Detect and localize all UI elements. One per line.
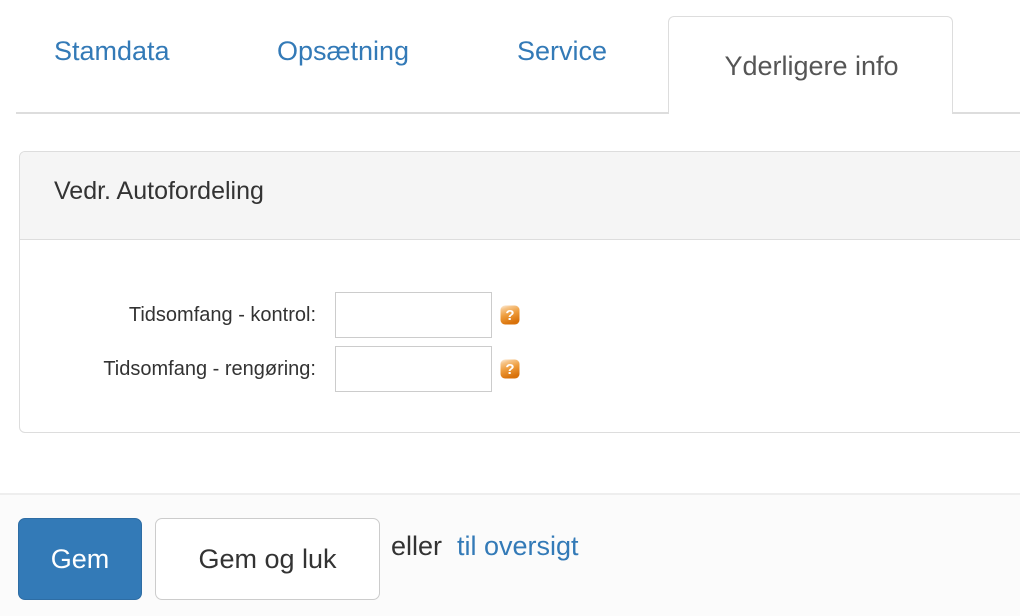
tab-yderligere-info[interactable]: Yderligere info: [668, 16, 953, 114]
label-tidsomfang-kontrol: Tidsomfang - kontrol:: [128, 303, 316, 326]
help-question-icon[interactable]: ?: [500, 304, 520, 326]
save-button[interactable]: Gem: [18, 518, 142, 600]
footer-or-text: eller: [391, 531, 443, 561]
panel-body: Tidsomfang - kontrol: ? Tidsomfang - ren…: [20, 241, 1020, 433]
save-and-close-button[interactable]: Gem og luk: [155, 518, 380, 600]
overview-link[interactable]: til oversigt: [457, 533, 579, 560]
footer-actions: Gem Gem og luk eller til oversigt: [0, 495, 1020, 616]
tab-yderligere-info-label: Yderligere info: [724, 50, 899, 81]
autofordeling-panel: Vedr. Autofordeling Tidsomfang - kontrol…: [19, 151, 1020, 433]
svg-text:?: ?: [505, 307, 514, 324]
tab-opsaetning[interactable]: Opsætning: [277, 38, 409, 65]
tab-bar: Stamdata Opsætning Service Yderligere in…: [0, 0, 1020, 114]
tab-bar-divider-right: [953, 112, 1020, 114]
tab-service[interactable]: Service: [517, 38, 607, 65]
label-tidsomfang-rengoering: Tidsomfang - rengøring:: [103, 357, 316, 380]
input-tidsomfang-rengoering[interactable]: [335, 346, 492, 392]
help-question-icon[interactable]: ?: [500, 358, 520, 380]
panel-heading: Vedr. Autofordeling: [20, 152, 1020, 240]
panel-title: Vedr. Autofordeling: [54, 177, 264, 205]
svg-text:?: ?: [505, 361, 514, 378]
input-tidsomfang-kontrol[interactable]: [335, 292, 492, 338]
tab-bar-divider-left: [16, 112, 668, 114]
tab-stamdata[interactable]: Stamdata: [54, 38, 170, 65]
